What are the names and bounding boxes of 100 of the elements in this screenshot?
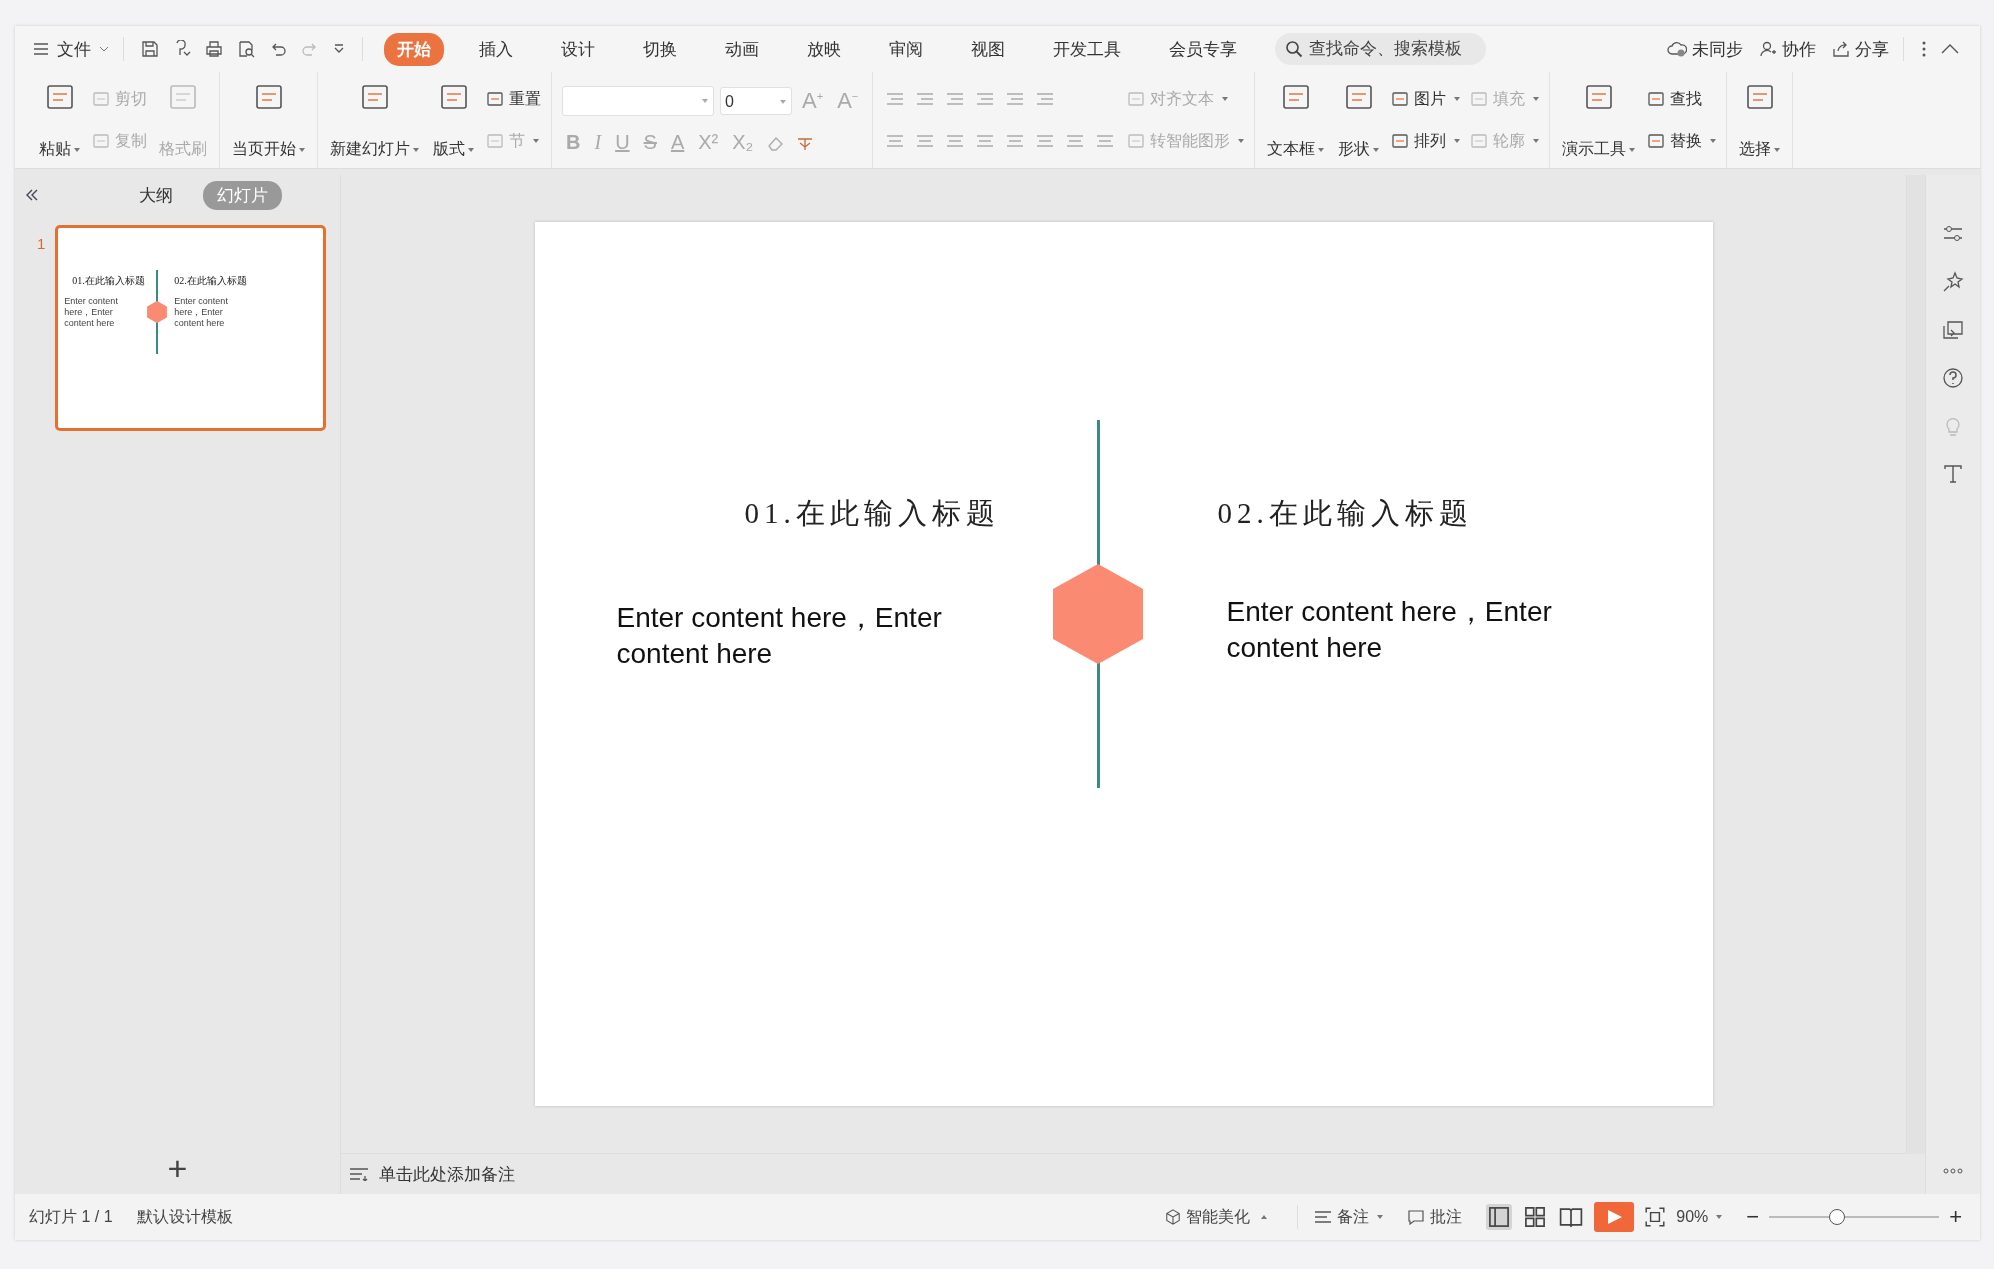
chevron-down-icon <box>99 46 109 52</box>
hexagon <box>147 301 168 323</box>
caret-icon <box>1377 1215 1384 1219</box>
preview-icon[interactable] <box>237 40 255 58</box>
ribbon-button[interactable]: 形状 <box>1336 78 1382 162</box>
zoom-in-button[interactable]: + <box>1949 1204 1962 1230</box>
ribbon-button[interactable]: 粘贴 <box>37 78 82 162</box>
search-field[interactable]: 查找命令、搜索模板 <box>1275 33 1486 65</box>
add-slide-button[interactable]: + <box>167 1149 188 1188</box>
ribbon-button[interactable]: 版式 <box>431 78 476 162</box>
person-add-icon <box>1759 40 1777 58</box>
ribbon-button[interactable]: 新建幻灯片 <box>328 78 421 162</box>
align-icon[interactable] <box>1036 134 1055 148</box>
slide-number: 1 <box>37 235 46 252</box>
collapse-ribbon-icon[interactable] <box>1941 44 1959 54</box>
caret-icon <box>1261 1215 1268 1219</box>
align-icon[interactable] <box>916 134 935 148</box>
slide-body-text: Enter content here，Enter content here <box>174 296 229 329</box>
ribbon-button[interactable]: 图片 <box>1391 88 1461 110</box>
slide-title[interactable]: 02.在此输入标题 <box>1217 494 1473 534</box>
tool-icon <box>92 90 110 108</box>
caret-icon <box>1716 1215 1723 1219</box>
search-icon <box>1285 40 1303 58</box>
ribbon-tab[interactable]: 视图 <box>958 32 1018 66</box>
ribbon-button[interactable]: 查找 <box>1647 88 1717 110</box>
comment-icon <box>1407 1209 1426 1225</box>
slideshow-icon[interactable] <box>1942 319 1964 341</box>
tool-icon <box>1647 90 1666 108</box>
tool-icon <box>1647 132 1666 150</box>
comments-button[interactable]: 批注 <box>1407 1206 1463 1228</box>
align-icon[interactable] <box>976 134 995 148</box>
help-icon[interactable] <box>1942 367 1964 389</box>
zoom-out-button[interactable]: − <box>1746 1204 1760 1230</box>
tool-icon <box>1470 90 1489 108</box>
align-icon[interactable] <box>946 134 965 148</box>
tool-icon <box>1391 90 1410 108</box>
align-icon[interactable] <box>1096 134 1115 148</box>
cloud-icon <box>1667 40 1687 58</box>
ribbon-button[interactable]: 替换 <box>1647 130 1717 152</box>
slide-title: 01.在此输入标题 <box>72 274 145 288</box>
paragraph-icon[interactable] <box>886 92 905 106</box>
paragraph-icon[interactable] <box>916 92 935 106</box>
paragraph-icon[interactable] <box>1036 92 1055 106</box>
more-icon[interactable] <box>1942 1168 1964 1174</box>
align-icon[interactable] <box>1066 134 1085 148</box>
zoom-dropdown[interactable]: 90% <box>1676 1208 1723 1226</box>
slide-title: 02.在此输入标题 <box>174 274 247 288</box>
ribbon-tab[interactable]: 审阅 <box>876 32 936 66</box>
play-icon[interactable] <box>1594 1202 1635 1232</box>
text-icon[interactable] <box>1942 463 1964 485</box>
star-icon[interactable] <box>1942 271 1964 293</box>
cube-icon <box>1165 1209 1182 1225</box>
slider-thumb[interactable] <box>1829 1209 1846 1225</box>
slide-body-text: Enter content here，Enter content here <box>64 296 119 329</box>
notes-button[interactable]: 备注 <box>1314 1206 1384 1228</box>
paragraph-icon[interactable] <box>946 92 965 106</box>
slide-title[interactable]: 01.在此输入标题 <box>744 494 1000 534</box>
ribbon-button[interactable]: 文本框 <box>1265 78 1327 162</box>
tool-icon <box>1470 132 1489 150</box>
save-icon[interactable] <box>141 40 159 58</box>
ribbon-tab[interactable]: 切换 <box>630 32 690 66</box>
more-icon[interactable] <box>1921 40 1927 58</box>
slide-body-text[interactable]: Enter content here，Enter content here <box>1226 594 1597 666</box>
ribbon-tab[interactable]: 动画 <box>712 32 772 66</box>
toolbar-action[interactable]: 未同步 <box>1667 37 1743 61</box>
tool-icon <box>1127 90 1146 108</box>
ribbon-tab[interactable]: 会员专享 <box>1156 32 1250 66</box>
tool-icon <box>486 90 504 108</box>
toolbar-action[interactable]: 协作 <box>1759 37 1816 61</box>
fit-icon[interactable] <box>1644 1206 1667 1228</box>
align-icon[interactable] <box>886 134 905 148</box>
paragraph-icon[interactable] <box>976 92 995 106</box>
ribbon-button[interactable]: 当页开始 <box>230 78 307 162</box>
tool-icon <box>1391 132 1410 150</box>
template-link[interactable]: 默认设计模板 <box>136 1206 233 1228</box>
tool-icon <box>1127 132 1146 150</box>
ribbon-button[interactable]: 演示工具 <box>1560 78 1638 162</box>
paragraph-icon[interactable] <box>1006 92 1025 106</box>
ribbon-button[interactable]: 重置 <box>486 88 541 110</box>
ribbon-button[interactable]: 选择 <box>1737 78 1783 162</box>
align-icon[interactable] <box>1006 134 1025 148</box>
slide-body-text[interactable]: Enter content here，Enter content here <box>616 600 987 672</box>
ribbon-tab[interactable]: 插入 <box>466 32 526 66</box>
panel-tab[interactable]: 大纲 <box>125 180 187 210</box>
tool-icon <box>92 132 110 150</box>
toolbar-action[interactable]: 分享 <box>1832 37 1889 61</box>
file-menu[interactable]: 文件 <box>33 37 109 61</box>
print-icon[interactable] <box>205 40 223 58</box>
font-name-field[interactable] <box>562 85 714 116</box>
dropdown-icon[interactable] <box>333 43 345 55</box>
slide-thumbnail[interactable]: 01.在此输入标题 02.在此输入标题 Enter content here，Enter content here Enter content here，Enter content here <box>55 225 327 431</box>
collapse-panel-icon[interactable] <box>25 189 39 201</box>
ribbon-button[interactable]: 排列 <box>1391 130 1461 152</box>
ribbon-tab[interactable]: 设计 <box>548 32 608 66</box>
normal-view-icon[interactable] <box>1486 1204 1513 1230</box>
ribbon-tab[interactable]: 开发工具 <box>1040 32 1134 66</box>
beautify-button[interactable]: 智能美化 <box>1165 1206 1268 1228</box>
tool-icon <box>486 132 504 150</box>
ribbon-tab[interactable]: 放映 <box>794 32 854 66</box>
font-size-field[interactable]: 0 <box>720 86 792 115</box>
